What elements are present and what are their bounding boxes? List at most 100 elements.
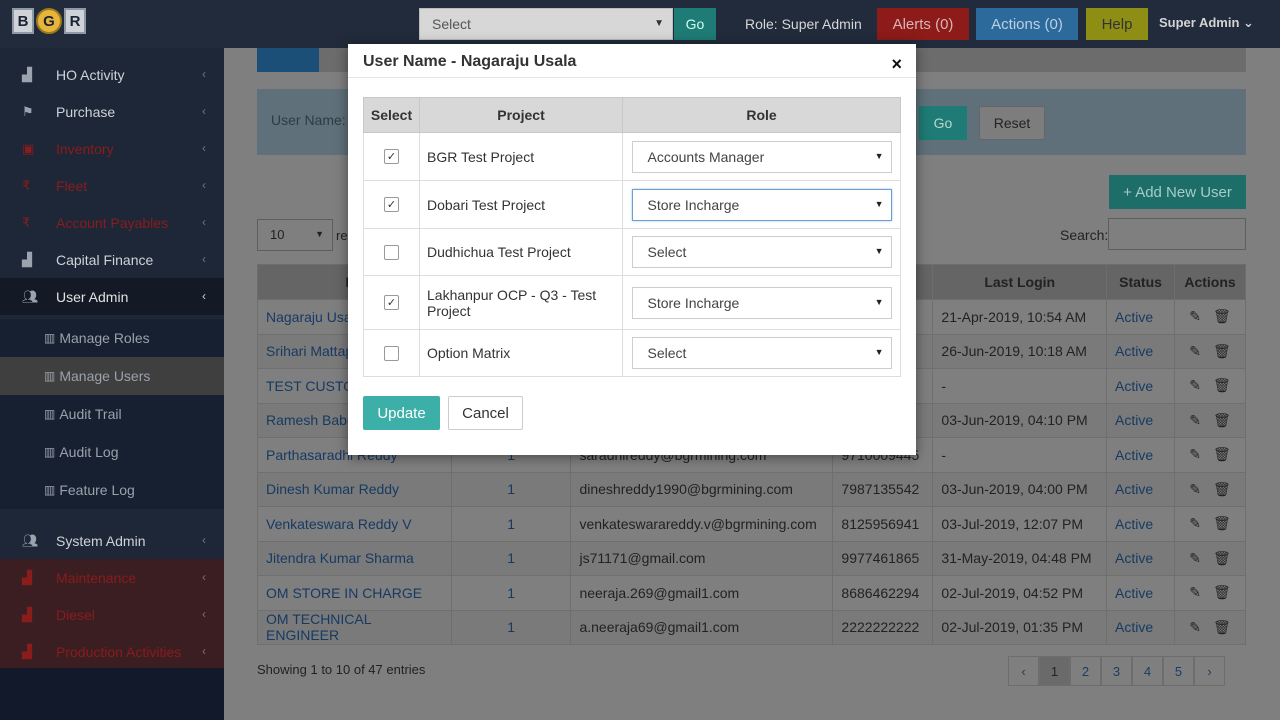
user-name-link[interactable]: Venkateswara Reddy V bbox=[257, 506, 452, 542]
sidebar-subitem-audit-log[interactable]: ▥ Audit Log bbox=[0, 433, 224, 471]
status-badge: Active bbox=[1106, 437, 1175, 473]
project-count[interactable]: 1 bbox=[450, 506, 572, 542]
help-button[interactable]: Help bbox=[1086, 8, 1148, 40]
bgr-logo[interactable]: B G R bbox=[12, 8, 86, 34]
trash-icon[interactable]: 🗑︎ bbox=[1213, 584, 1231, 600]
sidebar-item-label: Purchase bbox=[56, 103, 116, 120]
project-checkbox[interactable]: ✓ bbox=[384, 295, 399, 310]
role-select[interactable]: Select ▼ bbox=[631, 236, 892, 268]
last-login: 31-May-2019, 04:48 PM bbox=[932, 540, 1108, 576]
add-new-user-button[interactable]: + Add New User bbox=[1109, 175, 1246, 209]
sidebar-item-capital-finance[interactable]: ▟ Capital Finance ‹ bbox=[0, 241, 224, 278]
project-count[interactable]: 1 bbox=[450, 540, 572, 576]
pagination: ‹ 1 2 3 4 5 › bbox=[1008, 656, 1225, 686]
edit-icon[interactable]: ✎ bbox=[1189, 481, 1201, 497]
project-checkbox[interactable] bbox=[384, 345, 399, 361]
pager-page-button[interactable]: 5 bbox=[1163, 656, 1194, 686]
project-checkbox[interactable]: ✓ bbox=[384, 197, 399, 212]
role-select-value: Select bbox=[647, 244, 687, 260]
trash-icon[interactable]: 🗑︎ bbox=[1213, 308, 1231, 324]
project-count[interactable]: 1 bbox=[450, 609, 572, 645]
col-last-login[interactable]: Last Login bbox=[932, 264, 1108, 300]
user-menu[interactable]: Super Admin ⌄ bbox=[1159, 15, 1254, 31]
sidebar-subitem-manage-roles[interactable]: ▥ Manage Roles bbox=[0, 319, 224, 357]
edit-icon[interactable]: ✎ bbox=[1189, 343, 1201, 359]
alerts-button[interactable]: Alerts (0) bbox=[877, 8, 969, 40]
rupee-icon: ₹ bbox=[22, 214, 31, 230]
user-name-link[interactable]: Jitendra Kumar Sharma bbox=[257, 540, 452, 576]
project-go-button[interactable]: Go bbox=[674, 8, 716, 40]
project-select[interactable]: Select ▼ bbox=[419, 8, 673, 40]
select-cell bbox=[363, 228, 420, 276]
project-checkbox[interactable]: ✓ bbox=[384, 149, 399, 164]
edit-icon[interactable]: ✎ bbox=[1189, 584, 1201, 600]
actions-button[interactable]: Actions (0) bbox=[976, 8, 1078, 40]
sidebar-item-inventory[interactable]: ▣ Inventory ‹ bbox=[0, 130, 224, 167]
pager-page-button[interactable]: 2 bbox=[1070, 656, 1101, 686]
role-select[interactable]: Select ▼ bbox=[631, 337, 892, 369]
user-name-link[interactable]: OM STORE IN CHARGE bbox=[257, 575, 452, 611]
sidebar-item-production-activities[interactable]: ▟ Production Activities ‹ bbox=[0, 633, 224, 670]
search-input[interactable] bbox=[1108, 218, 1246, 250]
close-icon[interactable]: × bbox=[891, 54, 902, 75]
sidebar-item-purchase[interactable]: ⚑ Purchase ‹ bbox=[0, 93, 224, 130]
user-name-link[interactable]: OM TECHNICAL ENGINEER bbox=[257, 609, 452, 645]
sidebar-item-maintenance[interactable]: ▟ Maintenance ‹ bbox=[0, 559, 224, 596]
trash-icon[interactable]: 🗑︎ bbox=[1213, 550, 1231, 566]
caret-down-icon: ▼ bbox=[874, 150, 884, 161]
edit-icon[interactable]: ✎ bbox=[1189, 550, 1201, 566]
trash-icon[interactable]: 🗑︎ bbox=[1213, 481, 1231, 497]
project-checkbox[interactable] bbox=[384, 244, 399, 260]
sidebar-item-diesel[interactable]: ▟ Diesel ‹ bbox=[0, 596, 224, 633]
pager-next-button[interactable]: › bbox=[1194, 656, 1225, 686]
edit-icon[interactable]: ✎ bbox=[1189, 308, 1201, 324]
sidebar-subitem-manage-users[interactable]: ▥ Manage Users bbox=[0, 357, 224, 395]
edit-icon[interactable]: ✎ bbox=[1189, 619, 1201, 635]
sidebar-item-account-payables[interactable]: ₹ Account Payables ‹ bbox=[0, 204, 224, 241]
pager-page-button[interactable]: 1 bbox=[1039, 656, 1070, 686]
filter-go-button[interactable]: Go bbox=[919, 106, 967, 140]
project-count[interactable]: 1 bbox=[450, 575, 572, 611]
trash-icon[interactable]: 🗑︎ bbox=[1213, 343, 1231, 359]
page-length-select[interactable]: 10 ▼ bbox=[257, 219, 333, 251]
chevron-left-icon: ‹ bbox=[202, 215, 206, 229]
sidebar-item-system-admin[interactable]: 👥︎ System Admin ‹ bbox=[0, 522, 224, 559]
trash-icon[interactable]: 🗑︎ bbox=[1213, 515, 1231, 531]
chevron-left-icon: ‹ bbox=[202, 607, 206, 621]
filter-reset-button[interactable]: Reset bbox=[979, 106, 1045, 140]
edit-icon[interactable]: ✎ bbox=[1189, 515, 1201, 531]
row-actions: ✎ 🗑︎ bbox=[1174, 471, 1246, 507]
project-count[interactable]: 1 bbox=[450, 471, 572, 507]
sidebar-subitem-audit-trail[interactable]: ▥ Audit Trail bbox=[0, 395, 224, 433]
row-actions: ✎ 🗑︎ bbox=[1174, 368, 1246, 404]
col-status[interactable]: Status bbox=[1106, 264, 1175, 300]
table-row: OM TECHNICAL ENGINEER 1 a.neeraja69@gmai… bbox=[257, 609, 1246, 645]
sidebar-item-fleet[interactable]: ₹ Fleet ‹ bbox=[0, 167, 224, 204]
pager-prev-button[interactable]: ‹ bbox=[1008, 656, 1039, 686]
update-button[interactable]: Update bbox=[363, 396, 440, 430]
pager-page-button[interactable]: 4 bbox=[1132, 656, 1163, 686]
users-icon: 👥︎ bbox=[22, 532, 39, 548]
role-select[interactable]: Store Incharge ▼ bbox=[631, 286, 892, 319]
user-name-link[interactable]: Dinesh Kumar Reddy bbox=[257, 471, 452, 507]
pager-page-button[interactable]: 3 bbox=[1101, 656, 1132, 686]
sidebar-item-user-admin[interactable]: 👥︎ User Admin ‹ bbox=[0, 278, 224, 315]
sidebar-item-ho-activity[interactable]: ▟ HO Activity ‹ bbox=[0, 56, 224, 93]
edit-icon[interactable]: ✎ bbox=[1189, 377, 1201, 393]
user-email: venkateswarareddy.v@bgrmining.com bbox=[570, 506, 834, 542]
sidebar-subitem-feature-log[interactable]: ▥ Feature Log bbox=[0, 471, 224, 509]
bar-chart-icon: ▥ bbox=[44, 369, 56, 383]
trash-icon[interactable]: 🗑︎ bbox=[1213, 412, 1231, 428]
flag-icon: ⚑ bbox=[22, 103, 34, 119]
role-select[interactable]: Store Incharge ▼ bbox=[631, 188, 892, 221]
sidebar-item-label: Diesel bbox=[56, 606, 95, 623]
edit-icon[interactable]: ✎ bbox=[1189, 412, 1201, 428]
user-email: dineshreddy1990@bgrmining.com bbox=[570, 471, 834, 507]
row-actions: ✎ 🗑︎ bbox=[1174, 402, 1246, 438]
edit-icon[interactable]: ✎ bbox=[1189, 446, 1201, 462]
role-select[interactable]: Accounts Manager ▼ bbox=[631, 140, 892, 173]
trash-icon[interactable]: 🗑︎ bbox=[1213, 377, 1231, 393]
cancel-button[interactable]: Cancel bbox=[448, 396, 523, 430]
trash-icon[interactable]: 🗑︎ bbox=[1213, 446, 1231, 462]
trash-icon[interactable]: 🗑︎ bbox=[1213, 619, 1231, 635]
